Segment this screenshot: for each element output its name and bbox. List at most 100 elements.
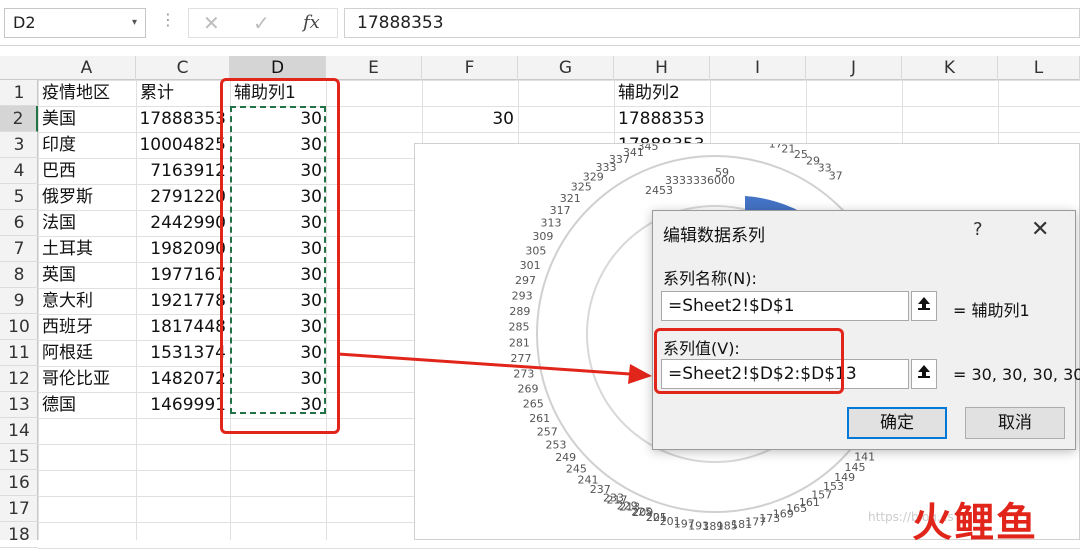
cell-c[interactable]: 1921778: [136, 288, 230, 314]
cell-a[interactable]: 哥伦比亚: [38, 366, 136, 392]
row-header[interactable]: 4: [0, 158, 38, 184]
cell-a[interactable]: 意大利: [38, 288, 136, 314]
cell-c[interactable]: 17888353: [136, 106, 230, 132]
cell-h1[interactable]: 辅助列2: [614, 80, 710, 106]
row-headers: 1 2 3 4 5 6 7 8 9 10 11 12 13 14 15 16 17 18: [0, 80, 38, 548]
column-header-l[interactable]: L: [998, 56, 1080, 80]
column-header-c[interactable]: C: [136, 56, 230, 80]
cell-a[interactable]: 英国: [38, 262, 136, 288]
cell-a[interactable]: 土耳其: [38, 236, 136, 262]
row-header[interactable]: 13: [0, 392, 38, 418]
chart-tick-label: 257: [537, 426, 558, 439]
row-header[interactable]: 17: [0, 496, 38, 522]
highlight-column-d: [220, 78, 340, 434]
ok-button[interactable]: 确定: [847, 407, 947, 439]
row-header[interactable]: 14: [0, 418, 38, 444]
row-header[interactable]: 9: [0, 288, 38, 314]
formula-input[interactable]: 17888353: [344, 8, 1080, 38]
insert-function-icon[interactable]: fx: [303, 12, 320, 33]
column-header-e[interactable]: E: [326, 56, 422, 80]
cell-a[interactable]: 印度: [38, 132, 136, 158]
cell-c[interactable]: 1982090: [136, 236, 230, 262]
name-box-value: D2: [13, 13, 36, 32]
cell-c[interactable]: 7163912: [136, 158, 230, 184]
column-header-i[interactable]: I: [710, 56, 806, 80]
column-header-d[interactable]: D: [230, 56, 326, 80]
chart-tick-label: 37: [829, 170, 843, 183]
more-options-icon[interactable]: ⋮: [160, 10, 176, 29]
cell-a[interactable]: 西班牙: [38, 314, 136, 340]
row-header[interactable]: 3: [0, 132, 38, 158]
chart-tick-label: 301: [520, 259, 541, 272]
series-name-label: 系列名称(N):: [663, 269, 757, 288]
row-header[interactable]: 10: [0, 314, 38, 340]
help-icon[interactable]: ?: [973, 219, 983, 240]
cell-c[interactable]: 累计: [136, 80, 230, 106]
row-header[interactable]: 5: [0, 184, 38, 210]
chart-tick-label: 317: [550, 204, 571, 217]
cell-c[interactable]: 2791220: [136, 184, 230, 210]
row-header[interactable]: 1: [0, 80, 38, 106]
cell-c[interactable]: 1482072: [136, 366, 230, 392]
column-header-h[interactable]: H: [614, 56, 710, 80]
series-name-input[interactable]: =Sheet2!$D$1: [661, 291, 909, 321]
brand-logo: 火鲤鱼: [912, 500, 1038, 546]
row-header[interactable]: 7: [0, 236, 38, 262]
chart-tick-label: 261: [529, 412, 550, 425]
row-header[interactable]: 8: [0, 262, 38, 288]
column-header-k[interactable]: K: [902, 56, 998, 80]
collapse-dialog-icon[interactable]: [911, 359, 937, 389]
cell-f2[interactable]: 30: [422, 106, 518, 132]
chart-tick-label: 293: [512, 289, 533, 302]
chart-tick-label: 253: [546, 439, 567, 452]
row-header[interactable]: 18: [0, 522, 38, 548]
cancel-icon[interactable]: ✕: [203, 11, 220, 35]
formula-buttons: ✕ ✓ fx: [188, 8, 338, 38]
cancel-button[interactable]: 取消: [965, 407, 1065, 439]
cell-a[interactable]: 疫情地区: [38, 80, 136, 106]
highlight-series-values: [654, 328, 844, 394]
row-header[interactable]: 2: [0, 106, 38, 132]
column-header-j[interactable]: J: [806, 56, 902, 80]
cell-h2[interactable]: 17888353: [614, 106, 710, 132]
column-header-g[interactable]: G: [518, 56, 614, 80]
row-header[interactable]: 15: [0, 444, 38, 470]
cell-a[interactable]: 阿根廷: [38, 340, 136, 366]
cell-a[interactable]: 德国: [38, 392, 136, 418]
cell-c[interactable]: 1977167: [136, 262, 230, 288]
cell-a[interactable]: 巴西: [38, 158, 136, 184]
chart-tick-label: 321: [560, 192, 581, 205]
chevron-down-icon[interactable]: ▾: [132, 9, 137, 37]
chart-tick-label: 285: [509, 321, 530, 334]
chart-tick-label: 313: [541, 217, 562, 230]
cell-c[interactable]: 1817448: [136, 314, 230, 340]
enter-icon[interactable]: ✓: [253, 11, 270, 35]
column-headers: A C D E F G H I J K L: [0, 56, 1080, 80]
row-header[interactable]: 6: [0, 210, 38, 236]
arrow-indicator: [337, 352, 652, 384]
cell-c[interactable]: 10004825: [136, 132, 230, 158]
cell-c[interactable]: 1469991: [136, 392, 230, 418]
cell-c[interactable]: 2442990: [136, 210, 230, 236]
cell-a[interactable]: 美国: [38, 106, 136, 132]
chart-tick-label: 309: [532, 230, 553, 243]
cell-a[interactable]: 法国: [38, 210, 136, 236]
cell-c[interactable]: 1531374: [136, 340, 230, 366]
collapse-dialog-icon[interactable]: [911, 291, 937, 321]
column-header-a[interactable]: A: [38, 56, 136, 80]
row-header[interactable]: 16: [0, 470, 38, 496]
column-header-f[interactable]: F: [422, 56, 518, 80]
chart-tick-label: 59: [715, 166, 729, 179]
cell-a[interactable]: 俄罗斯: [38, 184, 136, 210]
chart-tick-label: 265: [523, 397, 544, 410]
chart-tick-label: 13: [755, 144, 769, 147]
chart-tick-label: 305: [525, 244, 546, 257]
close-icon[interactable]: ✕: [1031, 217, 1049, 242]
name-box[interactable]: D2 ▾: [4, 8, 146, 38]
upload-arrow-icon: [918, 365, 930, 378]
row-header[interactable]: 12: [0, 366, 38, 392]
series-values-result: = 30, 30, 30, 30: [953, 365, 1080, 384]
chart-tick-label: 297: [515, 274, 536, 287]
row-header[interactable]: 11: [0, 340, 38, 366]
chart-tick-label: 289: [509, 305, 530, 318]
